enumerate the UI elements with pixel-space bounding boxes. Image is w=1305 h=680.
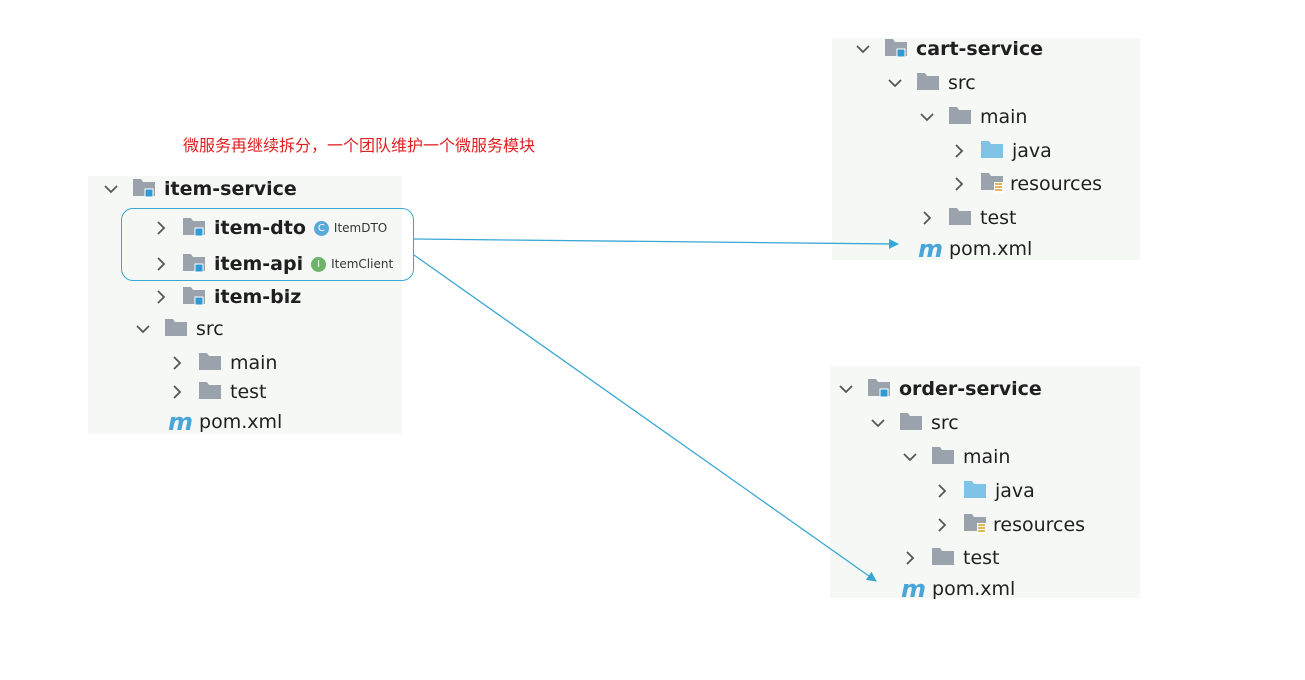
arrow-to-order-service: [413, 254, 877, 582]
arrow-to-cart-service: [413, 238, 899, 249]
connector-arrows: [413, 238, 899, 582]
